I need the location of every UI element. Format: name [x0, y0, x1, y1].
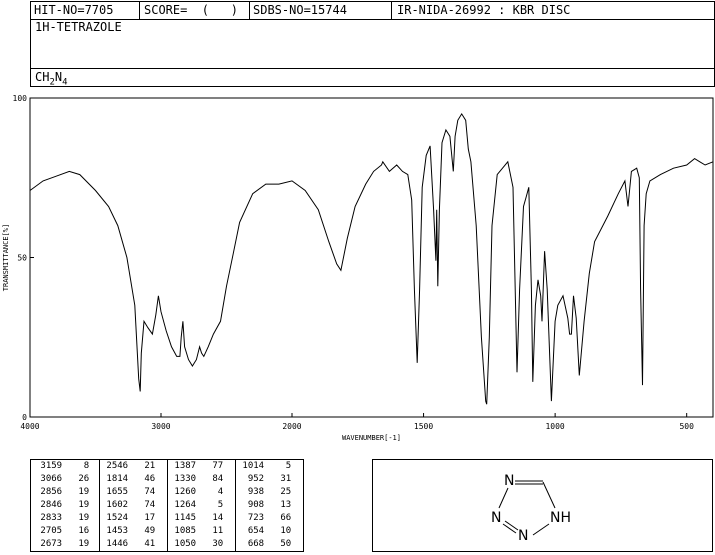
x-tick-label: 4000 [20, 422, 39, 431]
x-tick-label: 500 [679, 422, 694, 431]
hit-number: HIT-NO=7705 [34, 3, 114, 17]
peak-table: 3159 8 3066 26 2856 19 2846 19 2833 19 2… [30, 459, 304, 552]
y-tick-label: 0 [22, 413, 27, 422]
y-tick-label: 50 [17, 254, 27, 263]
peak-row: 938 25 [237, 487, 292, 497]
peak-row: 2705 16 [35, 526, 90, 536]
tetrazole-structure: N N N NH [491, 473, 571, 544]
x-tick-label: 1500 [414, 422, 433, 431]
peak-row: 1814 46 [101, 474, 156, 484]
peak-row: 1524 17 [101, 513, 156, 523]
peak-row: 1014 5 [237, 461, 292, 471]
spectrum-line [29, 112, 714, 405]
formula-divider [31, 68, 714, 69]
peak-row: 952 31 [237, 474, 292, 484]
peak-row: 2833 19 [35, 513, 90, 523]
ring-nh-label: NH [550, 510, 571, 526]
compound-name: 1H-TETRAZOLE [35, 20, 122, 34]
header-divider [391, 2, 392, 19]
chart-axes [29, 97, 714, 418]
peak-column: 3159 8 3066 26 2856 19 2846 19 2833 19 2… [35, 460, 97, 551]
sdbs-number: SDBS-NO=15744 [253, 3, 347, 17]
peak-row: 723 66 [237, 513, 292, 523]
score-field: SCORE= ( ) [144, 3, 238, 17]
peak-row: 1145 14 [169, 513, 224, 523]
peak-row: 1260 4 [169, 487, 224, 497]
peak-row: 1264 5 [169, 500, 224, 510]
peak-row: 1085 11 [169, 526, 224, 536]
peak-column-divider [99, 460, 100, 551]
compound-box: 1H-TETRAZOLE CH2N4 [30, 18, 715, 87]
peak-row: 1655 74 [101, 487, 156, 497]
peak-column-divider [235, 460, 236, 551]
peak-row: 654 10 [237, 526, 292, 536]
molecular-formula: CH2N4 [35, 70, 68, 88]
x-tick-label: 1000 [545, 422, 564, 431]
ring-bond [542, 481, 556, 509]
peak-row: 2546 21 [101, 461, 156, 471]
structure-panel: N N N NH [372, 459, 713, 552]
peak-row: 1387 77 [169, 461, 224, 471]
chart-series [29, 112, 714, 405]
tetrazole-ring [498, 480, 556, 536]
x-tick-label: 3000 [151, 422, 170, 431]
peak-row: 668 50 [237, 539, 292, 549]
peak-row: 1330 84 [169, 474, 224, 484]
ring-bond [532, 523, 550, 536]
peak-row: 1446 41 [101, 539, 156, 549]
ring-bond [498, 487, 509, 509]
peak-row: 2846 19 [35, 500, 90, 510]
peak-row: 1050 30 [169, 539, 224, 549]
ring-bond [502, 523, 517, 534]
plot-frame [29, 97, 714, 418]
ring-nitrogen-label: N [518, 528, 528, 544]
peak-row: 1453 49 [101, 526, 156, 536]
peak-row: 908 13 [237, 500, 292, 510]
header-divider [139, 2, 140, 19]
peak-column: 1014 5 952 31 938 25 908 13 723 66 654 1… [237, 460, 301, 551]
x-tick-label: 2000 [282, 422, 301, 431]
ring-nitrogen-label: N [491, 510, 501, 526]
peak-row: 3066 26 [35, 474, 90, 484]
peak-row: 2673 19 [35, 539, 90, 549]
peak-column: 1387 77 1330 84 1260 4 1264 5 1145 14 10… [169, 460, 233, 551]
ir-method: IR-NIDA-26992 : KBR DISC [397, 3, 571, 17]
peak-row: 1602 74 [101, 500, 156, 510]
x-axis-label: WAVENUMBER[-1] [342, 434, 401, 442]
peak-column: 2546 21 1814 46 1655 74 1602 74 1524 17 … [101, 460, 165, 551]
peak-row: 2856 19 [35, 487, 90, 497]
ring-bond [504, 520, 519, 531]
ring-nitrogen-label: N [504, 473, 514, 489]
y-axis-label: TRANSMITTANCE[%] [2, 224, 10, 291]
y-tick-label: 100 [13, 94, 28, 103]
peak-column-divider [167, 460, 168, 551]
peak-row: 3159 8 [35, 461, 90, 471]
ir-spectrum-chart: 0 50 100 4000 3000 2000 1500 1000 500 WAVENUMBER[… [2, 94, 714, 442]
